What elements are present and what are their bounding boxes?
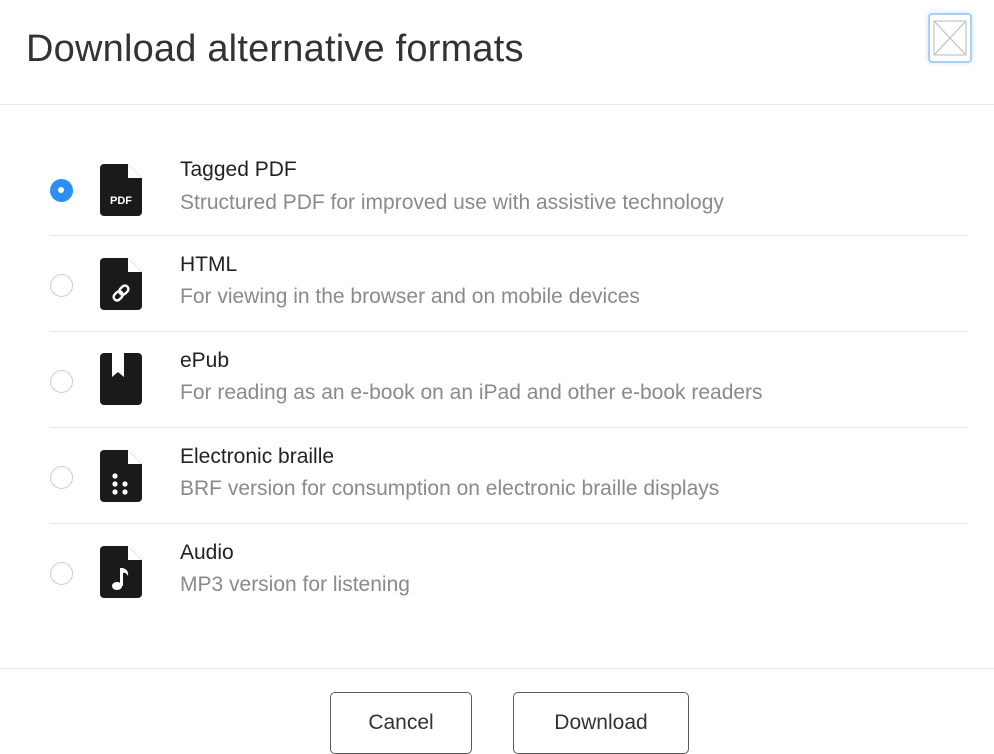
close-x-icon [933, 20, 967, 56]
audio-file-icon [100, 546, 142, 598]
svg-text:PDF: PDF [110, 195, 132, 207]
format-option-audio[interactable]: Audio MP3 version for listening [50, 524, 968, 619]
format-label: Electronic braille [180, 445, 335, 468]
format-option-html[interactable]: HTML For viewing in the browser and on m… [50, 236, 968, 332]
format-option-braille[interactable]: Electronic braille BRF version for consu… [50, 428, 968, 524]
book-icon [100, 353, 142, 405]
format-label: Tagged PDF [180, 158, 297, 181]
dialog-header: Download alternative formats [0, 0, 994, 105]
format-radio-tagged-pdf[interactable] [50, 179, 73, 202]
format-description: BRF version for consumption on electroni… [180, 477, 720, 500]
format-radio-braille[interactable] [50, 466, 73, 489]
format-description: MP3 version for listening [180, 573, 410, 596]
format-option-epub[interactable]: ePub For reading as an e-book on an iPad… [50, 332, 968, 428]
braille-file-icon [100, 450, 142, 502]
link-file-icon [100, 258, 142, 310]
format-radio-epub[interactable] [50, 370, 73, 393]
format-radio-html[interactable] [50, 274, 73, 297]
format-radio-audio[interactable] [50, 562, 73, 585]
download-button[interactable]: Download [513, 692, 689, 754]
format-option-tagged-pdf[interactable]: PDF Tagged PDF Structured PDF for improv… [50, 140, 968, 236]
format-description: Structured PDF for improved use with ass… [180, 191, 724, 214]
format-description: For viewing in the browser and on mobile… [180, 285, 640, 308]
format-label: HTML [180, 253, 238, 276]
pdf-file-icon: PDF [100, 164, 142, 216]
close-button[interactable] [928, 13, 972, 63]
format-label: Audio [180, 541, 234, 564]
dialog-title: Download alternative formats [26, 28, 524, 70]
format-options-list: PDF Tagged PDF Structured PDF for improv… [50, 140, 968, 619]
format-label: ePub [180, 349, 230, 372]
format-description: For reading as an e-book on an iPad and … [180, 381, 763, 404]
cancel-button[interactable]: Cancel [330, 692, 472, 754]
dialog-footer: Cancel Download [0, 668, 994, 754]
